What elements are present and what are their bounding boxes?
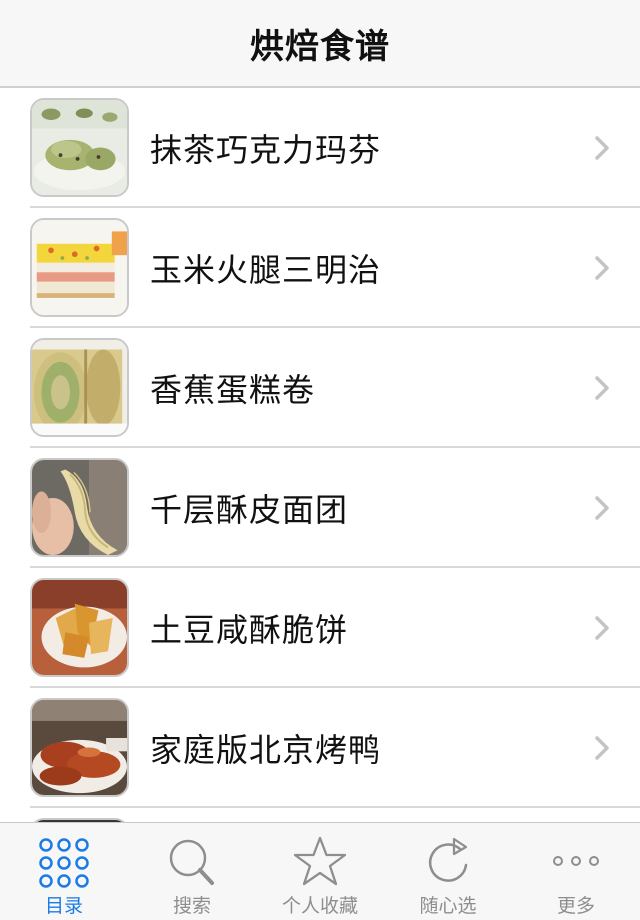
recipe-thumbnail <box>30 698 129 797</box>
recipe-title: 土豆咸酥脆饼 <box>150 611 349 649</box>
more-dots-icon <box>553 856 599 866</box>
recipe-row-corn-ham-sandwich[interactable]: 玉米火腿三明治 <box>0 208 640 328</box>
refresh-icon <box>428 837 468 882</box>
recipe-thumbnail <box>30 338 129 437</box>
app-screen: 烘焙食谱 抹茶巧克力玛芬 玉米火腿三明治 香蕉蛋糕卷 千层酥皮面团 土豆咸酥脆饼… <box>0 0 640 920</box>
tab-catalog[interactable]: 目录 <box>0 823 128 920</box>
recipe-thumbnail <box>30 218 129 317</box>
tab-label: 个人收藏 <box>281 895 358 917</box>
page-title: 烘焙食谱 <box>250 26 390 67</box>
search-icon <box>169 839 214 885</box>
recipe-thumbnail <box>30 578 129 677</box>
recipe-title: 香蕉蛋糕卷 <box>150 371 316 409</box>
chevron-right-icon <box>595 496 609 520</box>
tab-random[interactable]: 随心选 <box>384 823 512 920</box>
chevron-right-icon <box>595 736 609 760</box>
recipe-row-peking-duck[interactable]: 家庭版北京烤鸭 <box>0 688 640 808</box>
chevron-right-icon <box>595 136 609 160</box>
recipe-title: 玉米火腿三明治 <box>150 251 382 289</box>
star-icon <box>293 836 347 886</box>
chevron-right-icon <box>595 256 609 280</box>
recipe-row-puff-pastry-dough[interactable]: 千层酥皮面团 <box>0 448 640 568</box>
tab-label: 目录 <box>44 895 83 917</box>
chevron-right-icon <box>595 616 609 640</box>
tab-search[interactable]: 搜索 <box>128 823 256 920</box>
recipe-row-banana-cake-roll[interactable]: 香蕉蛋糕卷 <box>0 328 640 448</box>
recipe-thumbnail <box>30 98 129 197</box>
tab-label: 更多 <box>556 895 595 917</box>
tab-label: 随心选 <box>419 895 477 917</box>
tab-more[interactable]: 更多 <box>512 823 640 920</box>
recipe-title: 家庭版北京烤鸭 <box>150 731 382 769</box>
recipe-title: 千层酥皮面团 <box>150 491 349 529</box>
grid-dots-icon <box>39 838 89 888</box>
recipe-row-potato-crisp[interactable]: 土豆咸酥脆饼 <box>0 568 640 688</box>
tab-bar: 目录 搜索 个人收藏 随心选 更多 <box>0 822 640 920</box>
recipe-row-partial[interactable] <box>0 808 640 822</box>
tab-label: 搜索 <box>172 895 211 917</box>
recipe-title: 抹茶巧克力玛芬 <box>150 131 382 169</box>
tab-favorites[interactable]: 个人收藏 <box>256 823 384 920</box>
recipe-row-matcha-muffin[interactable]: 抹茶巧克力玛芬 <box>0 88 640 208</box>
chevron-right-icon <box>595 376 609 400</box>
recipe-list[interactable]: 抹茶巧克力玛芬 玉米火腿三明治 香蕉蛋糕卷 千层酥皮面团 土豆咸酥脆饼 家庭版北… <box>0 88 640 822</box>
recipe-thumbnail <box>30 458 129 557</box>
navigation-bar: 烘焙食谱 <box>0 0 640 88</box>
